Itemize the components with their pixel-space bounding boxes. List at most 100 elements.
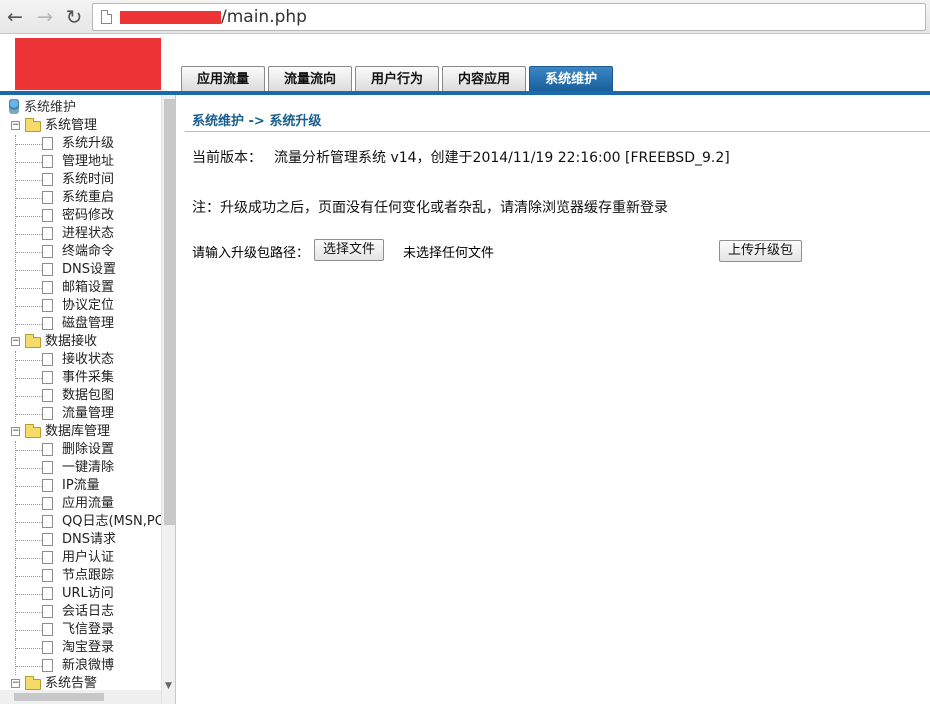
tab-content-app[interactable]: 内容应用 [442, 66, 527, 92]
tree-item[interactable]: 用户认证 [0, 549, 161, 567]
collapse-toggle-icon[interactable]: − [11, 427, 20, 436]
tree-connector [16, 306, 42, 307]
tree-item[interactable]: 终端命令 [0, 243, 161, 261]
tree-connector [16, 396, 42, 397]
tree-item-label: 数据包图 [62, 388, 115, 403]
tree-item-label: 系统时间 [62, 172, 115, 187]
tree-item[interactable]: 事件采集 [0, 369, 161, 387]
reload-icon[interactable]: ↻ [63, 6, 85, 28]
tab-user-behavior[interactable]: 用户行为 [355, 66, 440, 92]
tree-item[interactable]: 新浪微博 [0, 657, 161, 675]
document-icon [42, 317, 53, 330]
tree-item[interactable]: 邮箱设置 [0, 279, 161, 297]
browser-toolbar: ← → ↻ /main.php [0, 0, 930, 34]
document-icon [42, 641, 53, 654]
tree-item[interactable]: URL访问 [0, 585, 161, 603]
breadcrumb: 系统维护 -> 系统升级 [192, 114, 322, 129]
vertical-scrollbar[interactable]: ▼ [161, 95, 175, 704]
tree-item[interactable]: 管理地址 [0, 153, 161, 171]
document-icon [42, 389, 53, 402]
tree-item-label: 接收状态 [62, 352, 115, 367]
document-icon [42, 515, 53, 528]
tree-item[interactable]: DNS请求 [0, 531, 161, 549]
tree-item-label: 邮箱设置 [62, 280, 115, 295]
tree-item-label: 管理地址 [62, 154, 115, 169]
scroll-down-arrow-icon[interactable]: ▼ [165, 681, 172, 691]
tree-folder-label: 数据库管理 [45, 424, 111, 439]
tab-system-maintenance[interactable]: 系统维护 [529, 66, 614, 92]
url-path: /main.php [221, 7, 307, 27]
tree-connector [16, 180, 42, 181]
tree-item-label: 磁盘管理 [62, 316, 115, 331]
tree-item[interactable]: 接收状态 [0, 351, 161, 369]
tree-root-label: 系统维护 [24, 100, 77, 115]
tree-item[interactable]: 系统重启 [0, 189, 161, 207]
document-icon [42, 461, 53, 474]
tree-item-label: 一键清除 [62, 460, 115, 475]
tree-item[interactable]: 会话日志 [0, 603, 161, 621]
scrollbar-thumb[interactable] [164, 99, 175, 525]
tree-item[interactable]: 节点跟踪 [0, 567, 161, 585]
tree-item-label: 淘宝登录 [62, 640, 115, 655]
tree-root[interactable]: 系统维护 [0, 99, 161, 117]
tree-item-label: 用户认证 [62, 550, 115, 565]
hscrollbar-thumb[interactable] [14, 693, 104, 701]
collapse-toggle-icon[interactable]: − [11, 679, 20, 688]
document-icon [42, 353, 53, 366]
tree-connector [16, 486, 42, 487]
tree-item[interactable]: 删除设置 [0, 441, 161, 459]
document-icon [42, 227, 53, 240]
document-icon [42, 605, 53, 618]
tree-item[interactable]: 进程状态 [0, 225, 161, 243]
tree-item[interactable]: 磁盘管理 [0, 315, 161, 333]
tab-traffic-flow[interactable]: 流量流向 [268, 66, 353, 92]
tree-item[interactable]: QQ日志(MSN,POI [0, 513, 169, 531]
tree-item[interactable]: 一键清除 [0, 459, 161, 477]
tree-folder[interactable]: − 系统管理 [0, 117, 161, 135]
tree-item[interactable]: IP流量 [0, 477, 161, 495]
tree-connector [16, 450, 42, 451]
address-bar[interactable]: /main.php [92, 3, 926, 31]
tree-item[interactable]: 系统升级 [0, 135, 161, 153]
nav-tree: 系统维护 − 系统管理 系统升级 管理地址 系统时间 系统重启 密码修改 进程状态 终端命令 DN… [0, 99, 169, 693]
collapse-toggle-icon[interactable]: − [11, 337, 20, 346]
tree-item[interactable]: 飞信登录 [0, 621, 161, 639]
horizontal-scrollbar[interactable] [0, 690, 161, 704]
tree-item[interactable]: 应用流量 [0, 495, 161, 513]
collapse-toggle-icon[interactable]: − [11, 121, 20, 130]
system-icon [9, 99, 19, 114]
sidebar: 系统维护 − 系统管理 系统升级 管理地址 系统时间 系统重启 密码修改 进程状态 终端命令 DN… [0, 95, 176, 704]
document-icon [42, 587, 53, 600]
upload-package-button[interactable]: 上传升级包 [719, 240, 803, 262]
document-icon [42, 371, 53, 384]
document-icon [42, 623, 53, 636]
choose-file-button[interactable]: 选择文件 [314, 239, 385, 261]
tree-item-label: 节点跟踪 [62, 568, 115, 583]
tree-item[interactable]: 流量管理 [0, 405, 161, 423]
tree-item-label: 协议定位 [62, 298, 115, 313]
document-icon [42, 281, 53, 294]
back-arrow-icon[interactable]: ← [4, 6, 26, 28]
folder-icon [25, 334, 41, 348]
document-icon [42, 137, 53, 150]
version-label: 当前版本： [192, 150, 262, 166]
tree-folder[interactable]: − 数据库管理 [0, 423, 161, 441]
breadcrumb-divider [185, 131, 930, 132]
document-icon [42, 497, 53, 510]
tab-app-traffic[interactable]: 应用流量 [181, 66, 266, 92]
tree-connector [16, 288, 42, 289]
version-line: 当前版本： 流量分析管理系统 v14，创建于2014/11/19 22:16:00… [192, 147, 730, 167]
tree-connector [16, 162, 42, 163]
tree-item[interactable]: 协议定位 [0, 297, 161, 315]
tree-folder[interactable]: − 数据接收 [0, 333, 161, 351]
tree-item[interactable]: 淘宝登录 [0, 639, 161, 657]
tree-item-label: 事件采集 [62, 370, 115, 385]
tree-item[interactable]: 系统时间 [0, 171, 161, 189]
forward-arrow-icon[interactable]: → [34, 6, 56, 28]
tree-connector [16, 252, 42, 253]
tree-connector [16, 198, 42, 199]
tree-item[interactable]: 密码修改 [0, 207, 161, 225]
document-icon [42, 551, 53, 564]
tree-item[interactable]: 数据包图 [0, 387, 161, 405]
tree-item[interactable]: DNS设置 [0, 261, 161, 279]
